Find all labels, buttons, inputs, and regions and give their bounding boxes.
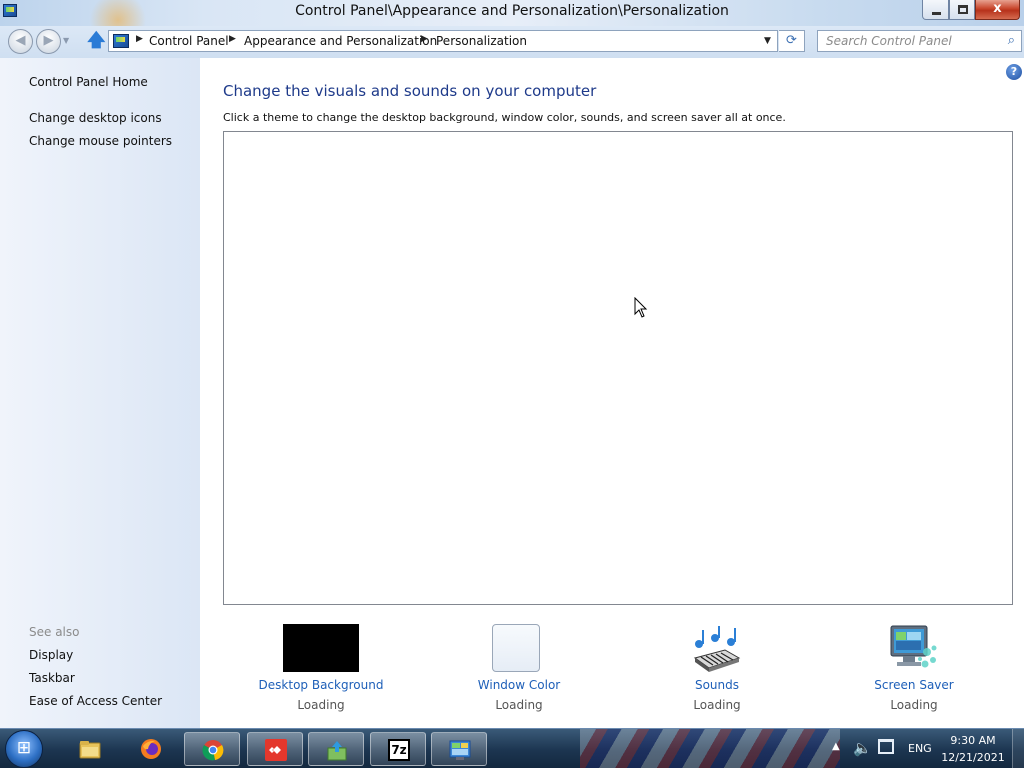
breadcrumb-separator[interactable]: ▶ bbox=[421, 34, 428, 44]
page-title: Change the visuals and sounds on your co… bbox=[223, 82, 597, 100]
control-panel-location-icon bbox=[113, 34, 129, 48]
chrome-icon bbox=[202, 740, 224, 761]
up-arrow-icon: 🡅 bbox=[87, 30, 106, 51]
taskbar: ⊞ 7z ▲ 🔈 ENG 9:30 AM 12/21/2021 bbox=[0, 728, 1024, 768]
window-color-label[interactable]: Window Color bbox=[434, 678, 604, 692]
clock-date[interactable]: 12/21/2021 bbox=[940, 751, 1006, 764]
see-also-heading: See also bbox=[29, 625, 80, 639]
restore-button[interactable] bbox=[949, 0, 975, 20]
close-icon: x bbox=[993, 1, 1002, 16]
7zip-icon: 7z bbox=[388, 739, 410, 761]
window-title: Control Panel\Appearance and Personaliza… bbox=[295, 3, 729, 19]
desktop-wallpaper-strip bbox=[580, 729, 840, 768]
screen-saver-icon[interactable] bbox=[887, 624, 939, 674]
theme-list[interactable] bbox=[223, 131, 1013, 605]
help-icon[interactable]: ? bbox=[1006, 64, 1022, 80]
show-desktop-button[interactable] bbox=[1012, 729, 1024, 768]
mouse-cursor-icon bbox=[634, 297, 648, 318]
refresh-icon: ⟳ bbox=[786, 33, 797, 48]
minimize-button[interactable] bbox=[922, 0, 949, 20]
window-color-icon[interactable] bbox=[492, 624, 540, 672]
sounds-label[interactable]: Sounds bbox=[632, 678, 802, 692]
taskbar-anydesk[interactable] bbox=[247, 732, 303, 766]
navigation-pane: Control Panel Home Change desktop icons … bbox=[0, 58, 200, 728]
download-icon bbox=[327, 741, 347, 761]
minimize-icon bbox=[932, 12, 941, 15]
search-input[interactable]: Search Control Panel ⌕ bbox=[817, 30, 1022, 52]
window-color-status: Loading bbox=[495, 698, 543, 712]
up-button[interactable]: 🡅 bbox=[87, 30, 106, 52]
sounds-status: Loading bbox=[693, 698, 741, 712]
back-button[interactable]: ◀ bbox=[8, 29, 33, 54]
clock-time[interactable]: 9:30 AM bbox=[944, 734, 1002, 747]
change-desktop-icons-link[interactable]: Change desktop icons bbox=[29, 111, 162, 125]
forward-button[interactable]: ▶ bbox=[36, 29, 61, 54]
desktop-background-thumbnail[interactable] bbox=[283, 624, 359, 672]
title-bar: Control Panel\Appearance and Personaliza… bbox=[0, 0, 1024, 26]
ease-of-access-center-link[interactable]: Ease of Access Center bbox=[29, 694, 162, 708]
breadcrumb-control-panel[interactable]: Control Panel bbox=[149, 34, 229, 48]
desktop-background-label[interactable]: Desktop Background bbox=[236, 678, 406, 692]
content-pane: ? Change the visuals and sounds on your … bbox=[200, 58, 1024, 728]
close-button[interactable]: x bbox=[975, 0, 1020, 20]
display-link[interactable]: Display bbox=[29, 648, 73, 662]
taskbar-link[interactable]: Taskbar bbox=[29, 671, 75, 685]
breadcrumb-separator[interactable]: ▶ bbox=[136, 34, 143, 44]
breadcrumb-separator[interactable]: ▶ bbox=[229, 34, 236, 44]
anydesk-icon bbox=[265, 739, 287, 761]
screen-saver-status: Loading bbox=[890, 698, 938, 712]
taskbar-file-explorer[interactable] bbox=[62, 732, 118, 766]
address-bar[interactable]: ▶ Control Panel ▶ Appearance and Persona… bbox=[108, 30, 778, 52]
control-panel-icon bbox=[449, 740, 471, 760]
file-explorer-icon bbox=[79, 741, 101, 759]
taskbar-7zip[interactable]: 7z bbox=[370, 732, 426, 766]
breadcrumb-personalization[interactable]: Personalization bbox=[436, 34, 527, 48]
screen-saver-label[interactable]: Screen Saver bbox=[829, 678, 999, 692]
desktop-background-status: Loading bbox=[297, 698, 345, 712]
page-description: Click a theme to change the desktop back… bbox=[223, 111, 786, 124]
change-mouse-pointers-link[interactable]: Change mouse pointers bbox=[29, 134, 172, 148]
restore-icon bbox=[958, 5, 968, 14]
network-icon[interactable] bbox=[878, 739, 894, 754]
breadcrumb-appearance-and-personalization[interactable]: Appearance and Personalization bbox=[244, 34, 437, 48]
refresh-button[interactable]: ⟳ bbox=[779, 30, 805, 52]
forward-arrow-icon: ▶ bbox=[43, 33, 54, 48]
sounds-icon[interactable] bbox=[691, 624, 741, 674]
recent-pages-button[interactable]: ▼ bbox=[63, 36, 69, 45]
show-hidden-icons-button[interactable]: ▲ bbox=[832, 741, 840, 752]
firefox-icon bbox=[141, 739, 161, 759]
taskbar-firefox[interactable] bbox=[123, 732, 179, 766]
search-placeholder: Search Control Panel bbox=[826, 34, 952, 48]
taskbar-download-manager[interactable] bbox=[308, 732, 364, 766]
control-panel-home-link[interactable]: Control Panel Home bbox=[29, 75, 148, 89]
address-dropdown-icon[interactable]: ▼ bbox=[764, 36, 771, 46]
back-arrow-icon: ◀ bbox=[15, 33, 26, 48]
start-button[interactable]: ⊞ bbox=[5, 730, 43, 768]
taskbar-chrome[interactable] bbox=[184, 732, 240, 766]
volume-icon[interactable]: 🔈 bbox=[853, 739, 872, 757]
windows-logo-icon: ⊞ bbox=[16, 738, 32, 758]
search-icon[interactable]: ⌕ bbox=[1008, 33, 1015, 48]
language-indicator[interactable]: ENG bbox=[908, 742, 932, 755]
taskbar-control-panel[interactable] bbox=[431, 732, 487, 766]
navigation-bar: ◀ ▶ ▼ 🡅 ▶ Control Panel ▶ Appearance and… bbox=[0, 26, 1024, 58]
